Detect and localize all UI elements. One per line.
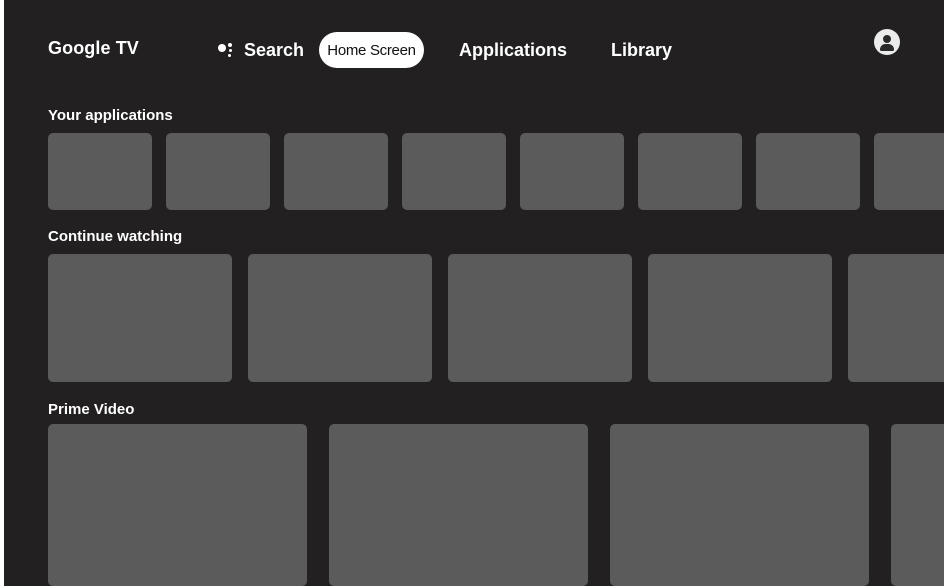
- nav-library-label: Library: [611, 39, 673, 60]
- apps-row: [48, 133, 944, 210]
- apps-tile[interactable]: [756, 133, 860, 210]
- prime-tile[interactable]: [48, 424, 307, 586]
- google-assistant-icon: [218, 43, 234, 57]
- section-title-prime-video: Prime Video: [48, 401, 135, 418]
- prime-tile[interactable]: [891, 424, 944, 586]
- apps-tile[interactable]: [402, 133, 506, 210]
- apps-tile[interactable]: [638, 133, 742, 210]
- nav-home-screen-tab[interactable]: Home Screen: [319, 32, 424, 68]
- apps-tile[interactable]: [166, 133, 270, 210]
- apps-tile[interactable]: [48, 133, 152, 210]
- continue-tile[interactable]: [48, 254, 232, 382]
- continue-tile[interactable]: [448, 254, 632, 382]
- apps-tile[interactable]: [874, 133, 944, 210]
- section-title-your-applications: Your applications: [48, 107, 173, 124]
- avatar-head: [883, 35, 891, 43]
- continue-tile[interactable]: [848, 254, 944, 382]
- app-title: Google TV: [48, 38, 139, 58]
- tv-home-screen: Google TV Search Home Screen Application…: [4, 0, 944, 586]
- prime-video-row: [48, 424, 944, 586]
- apps-tile[interactable]: [284, 133, 388, 210]
- prime-tile[interactable]: [610, 424, 869, 586]
- apps-tile[interactable]: [520, 133, 624, 210]
- continue-tile[interactable]: [248, 254, 432, 382]
- section-title-continue-watching: Continue watching: [48, 228, 183, 245]
- continue-watching-row: [48, 254, 944, 382]
- nav-search-button[interactable]: Search: [218, 32, 304, 68]
- avatar-body: [880, 44, 894, 51]
- continue-tile[interactable]: [648, 254, 832, 382]
- account-icon[interactable]: [874, 29, 900, 55]
- nav-applications-label: Applications: [459, 39, 568, 60]
- nav-search-label: Search: [244, 39, 305, 60]
- prime-tile[interactable]: [329, 424, 588, 586]
- nav-applications-tab[interactable]: Applications: [459, 32, 567, 68]
- nav-library-tab[interactable]: Library: [611, 32, 672, 68]
- nav-home-screen-label: Home Screen: [327, 41, 416, 59]
